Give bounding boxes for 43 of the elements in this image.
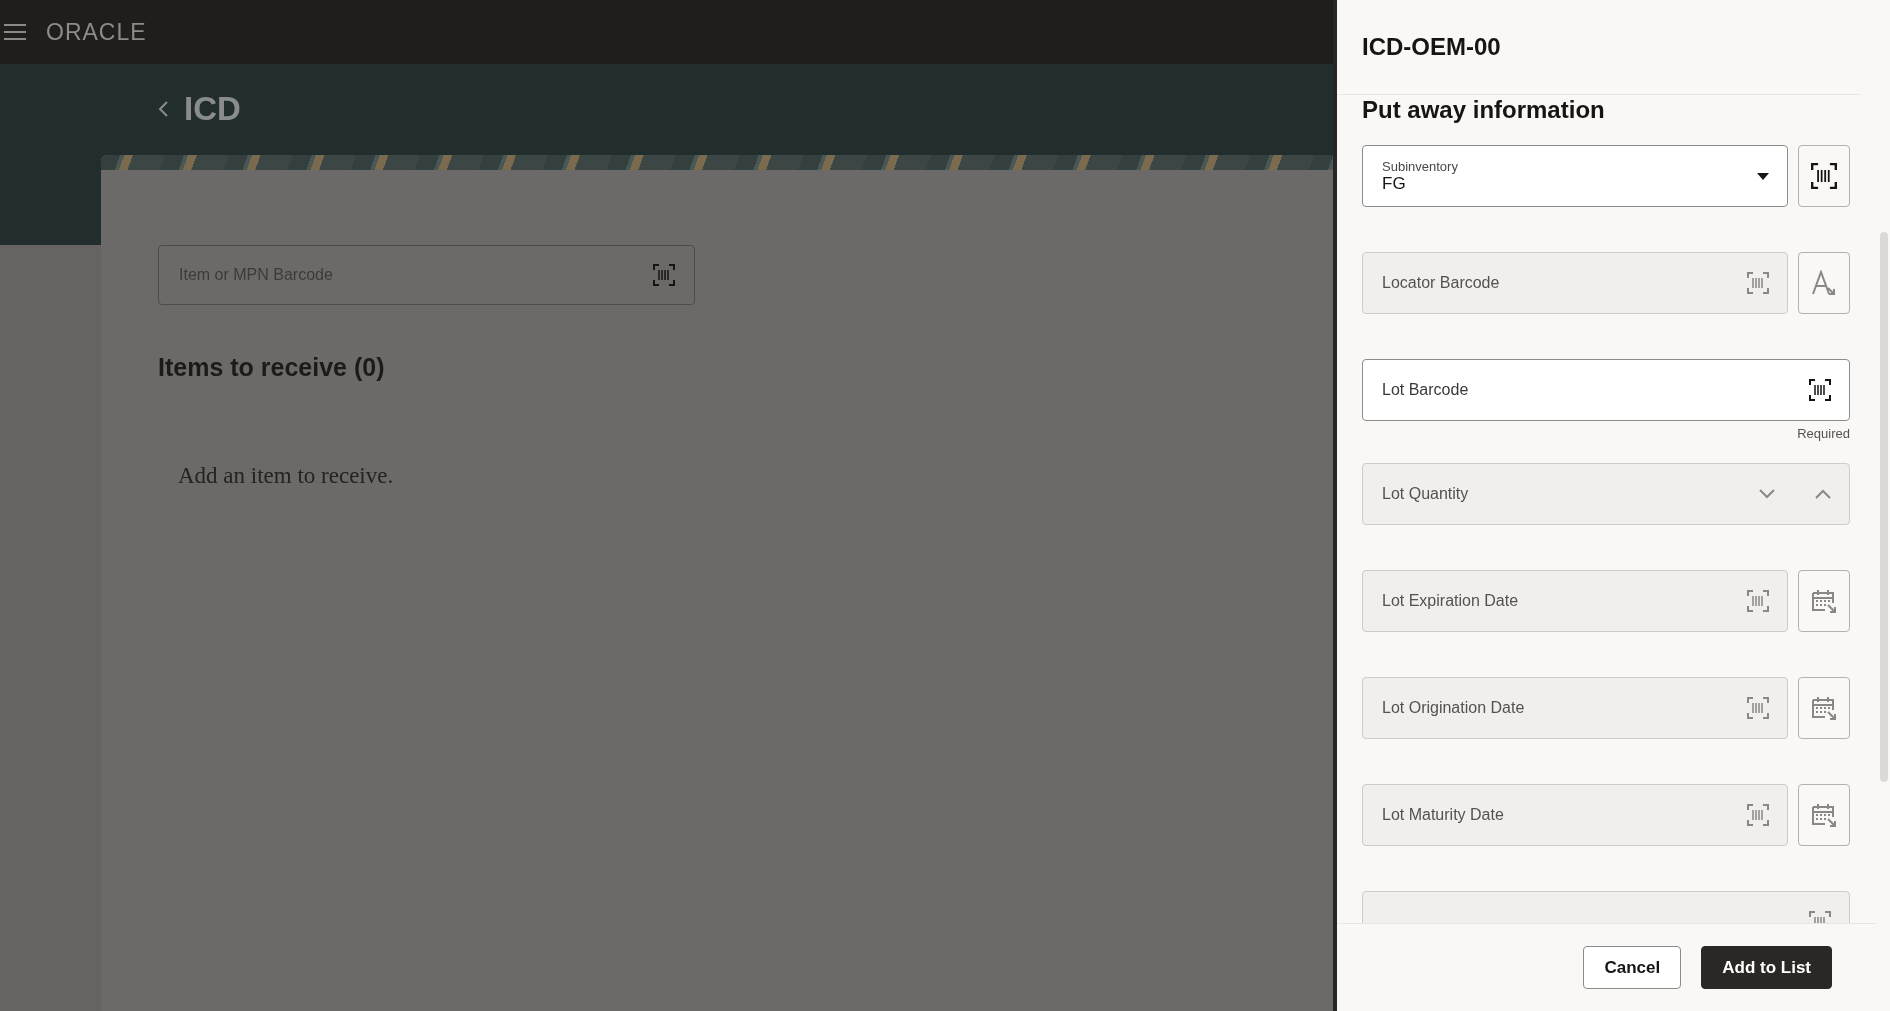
field-label: Locator Barcode <box>1382 274 1501 292</box>
menu-button[interactable] <box>4 24 26 40</box>
section-title: Put away information <box>1362 95 1606 125</box>
barcode-scan-icon <box>1747 590 1769 612</box>
menu-icon <box>4 24 26 40</box>
barcode-scan-icon <box>1809 379 1831 401</box>
back-button[interactable] <box>158 101 168 117</box>
calendar-icon <box>1811 802 1837 828</box>
field-label: Lot Maturity Date <box>1382 806 1505 824</box>
chevron-left-icon <box>158 101 168 117</box>
empty-message: Add an item to receive. <box>178 462 394 490</box>
input-field[interactable]: Lot Barcode <box>1362 359 1850 421</box>
field-action-button[interactable] <box>1798 252 1850 314</box>
primary-button[interactable]: Add to List <box>1701 946 1832 989</box>
calendar-icon <box>1811 588 1837 614</box>
chevron-down-icon <box>1759 489 1775 499</box>
field-label: Lot Expiration Date <box>1382 592 1520 610</box>
barcode-scan-icon <box>1747 697 1769 719</box>
field-label: Lot Origination Date <box>1382 699 1526 717</box>
drawer-title: ICD-OEM-00 <box>1362 33 1501 61</box>
select-field[interactable]: Subinventory FG <box>1362 145 1788 207</box>
field-label: Lot Quantity <box>1382 485 1470 503</box>
field-action-button[interactable] <box>1798 145 1850 207</box>
field-label: Lot Barcode <box>1382 381 1470 399</box>
section-title: Items to receive (0) <box>158 353 385 381</box>
field-action-button[interactable] <box>1798 570 1850 632</box>
field-action-button[interactable] <box>1798 677 1850 739</box>
letter-arrow-icon <box>1811 270 1837 296</box>
dropdown-caret-icon <box>1757 172 1769 180</box>
calendar-icon <box>1811 695 1837 721</box>
page-title: ICD <box>184 94 241 124</box>
barcode-scan-icon <box>653 264 675 286</box>
helper-text: Required <box>1797 426 1850 442</box>
field-label: Subinventory <box>1382 158 1459 174</box>
barcode-scan-icon <box>1747 804 1769 826</box>
chevron-up-icon <box>1815 489 1831 499</box>
field-value: FG <box>1382 173 1406 194</box>
field-action-button[interactable] <box>1798 784 1850 846</box>
barcode-scan-icon <box>1811 163 1837 189</box>
scrollbar[interactable] <box>1880 232 1888 782</box>
logo: ORACLE <box>46 18 147 46</box>
secondary-button[interactable]: Cancel <box>1583 946 1682 989</box>
barcode-scan-icon <box>1747 272 1769 294</box>
